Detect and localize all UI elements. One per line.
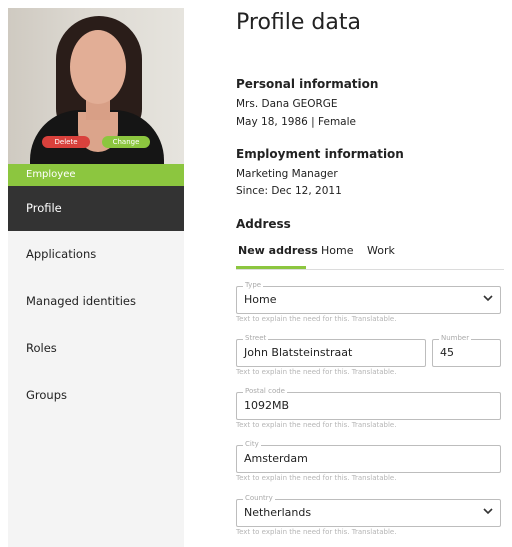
sidebar-item-managed-identities[interactable]: Managed identities — [8, 278, 184, 325]
chevron-down-icon — [483, 295, 493, 302]
birth-gender: May 18, 1986 | Female — [236, 116, 356, 128]
type-label: Type — [243, 281, 264, 289]
street-field[interactable]: Street John Blatsteinstraat — [236, 334, 426, 367]
postal-code-value: 1092MB — [244, 399, 290, 412]
tab-new-address[interactable]: New address — [238, 244, 318, 257]
person-name: Mrs. Dana GEORGE — [236, 98, 338, 110]
type-help: Text to explain the need for this. Trans… — [236, 315, 397, 323]
address-tabs: New address Home Work — [236, 240, 504, 270]
sidebar-item-applications[interactable]: Applications — [8, 231, 184, 278]
type-select[interactable]: Type Home — [236, 281, 501, 314]
city-help: Text to explain the need for this. Trans… — [236, 474, 397, 482]
tab-home[interactable]: Home — [321, 244, 353, 257]
tab-work[interactable]: Work — [367, 244, 395, 257]
postal-code-label: Postal code — [243, 387, 287, 395]
city-value: Amsterdam — [244, 452, 308, 465]
employment-since: Since: Dec 12, 2011 — [236, 185, 342, 197]
city-field[interactable]: City Amsterdam — [236, 440, 501, 473]
page-title: Profile data — [236, 10, 361, 35]
country-help: Text to explain the need for this. Trans… — [236, 528, 397, 536]
chevron-down-icon — [483, 508, 493, 515]
sidebar-nav: Profile Applications Managed identities … — [8, 186, 184, 419]
city-label: City — [243, 440, 261, 448]
delete-photo-button[interactable]: Delete — [42, 136, 90, 148]
employment-info-title: Employment information — [236, 147, 404, 161]
type-value: Home — [244, 293, 277, 306]
street-value: John Blatsteinstraat — [244, 346, 353, 359]
country-select[interactable]: Country Netherlands — [236, 494, 501, 527]
job-title: Marketing Manager — [236, 168, 338, 180]
address-title: Address — [236, 217, 291, 231]
photo-face — [70, 30, 126, 104]
street-label: Street — [243, 334, 269, 342]
sidebar: Delete Change Employee Profile Applicati… — [8, 8, 184, 547]
postal-code-field[interactable]: Postal code 1092MB — [236, 387, 501, 420]
personal-info-title: Personal information — [236, 77, 379, 91]
number-field[interactable]: Number 45 — [432, 334, 501, 367]
sidebar-item-roles[interactable]: Roles — [8, 325, 184, 372]
number-value: 45 — [440, 346, 454, 359]
sidebar-item-profile[interactable]: Profile — [8, 186, 184, 231]
street-help: Text to explain the need for this. Trans… — [236, 368, 397, 376]
sidebar-item-groups[interactable]: Groups — [8, 372, 184, 419]
number-label: Number — [439, 334, 472, 342]
country-label: Country — [243, 494, 275, 502]
active-tab-indicator — [236, 266, 306, 269]
profile-photo: Delete Change — [8, 8, 184, 164]
postal-code-help: Text to explain the need for this. Trans… — [236, 421, 397, 429]
change-photo-button[interactable]: Change — [102, 136, 150, 148]
role-badge: Employee — [8, 164, 184, 186]
country-value: Netherlands — [244, 506, 312, 519]
